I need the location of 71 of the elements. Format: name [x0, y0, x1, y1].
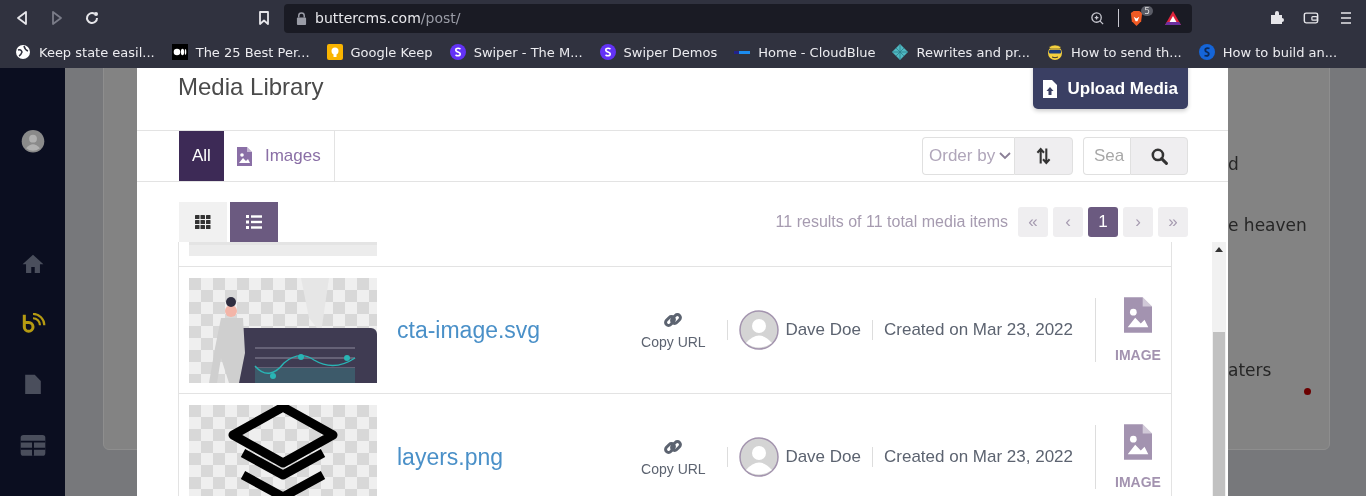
search-icon	[1150, 147, 1168, 165]
dots-icon	[171, 44, 188, 60]
bookmark-link[interactable]: Swiper Demos	[599, 44, 718, 60]
globe-icon	[15, 44, 31, 60]
bookmark-link[interactable]: The 25 Best Per...	[171, 44, 310, 60]
grid-icon	[195, 215, 211, 229]
copy-url-button[interactable]: Copy URL	[638, 437, 709, 477]
bookmark-link[interactable]: Keep state easil...	[15, 44, 155, 60]
text-fragment: e heaven	[1228, 215, 1307, 235]
upload-button[interactable]: Upload Media	[1033, 68, 1188, 109]
sort-arrows-icon	[1036, 147, 1051, 165]
search-field[interactable]: Sea	[1083, 137, 1130, 175]
reload-icon[interactable]	[84, 10, 100, 26]
menu-icon[interactable]	[1338, 10, 1354, 26]
list-view-button[interactable]	[230, 202, 278, 242]
user-avatar-icon	[739, 310, 780, 350]
link-icon	[663, 437, 684, 457]
bookmark-link[interactable]: How to build an...	[1198, 44, 1338, 60]
letter-icon	[1198, 44, 1215, 60]
lion-icon[interactable]	[1129, 9, 1145, 27]
forward-icon[interactable]	[49, 10, 65, 26]
zoom-icon[interactable]	[1090, 10, 1106, 26]
diamond-icon	[892, 44, 909, 60]
bookmark-link[interactable]: Google Keep	[326, 44, 433, 60]
bookmark-icon[interactable]	[256, 10, 272, 26]
list-icon	[246, 215, 262, 229]
tab[interactable]: All	[179, 131, 224, 181]
wallet-icon[interactable]	[1303, 10, 1319, 26]
search-button[interactable]	[1130, 137, 1188, 175]
chevron-down-icon	[999, 152, 1011, 160]
lock-icon	[296, 11, 307, 25]
image-file-icon	[236, 146, 252, 166]
dialog-title: Media Library	[178, 73, 324, 101]
letter-icon	[449, 44, 466, 60]
triangle-icon[interactable]	[1164, 10, 1182, 26]
bookmark-link[interactable]: Home - CloudBlue	[734, 44, 876, 60]
page-button[interactable]: 1	[1088, 207, 1118, 237]
author-name: Dave Doe	[785, 447, 861, 467]
user-avatar-icon	[739, 437, 780, 477]
cartoon-icon	[1046, 44, 1063, 60]
file-type-label: IMAGE	[1115, 474, 1161, 490]
tab[interactable]: Images	[223, 131, 335, 181]
copy-url-button[interactable]: Copy URL	[638, 310, 709, 350]
back-icon[interactable]	[14, 10, 30, 26]
scroll-thumb[interactable]	[1213, 332, 1225, 496]
link-icon	[663, 310, 684, 330]
bookmark-link[interactable]: Swiper - The M...	[449, 44, 583, 60]
scrollbar[interactable]	[1212, 242, 1226, 496]
scroll-up-icon	[1215, 247, 1223, 252]
image-file-icon	[1124, 297, 1152, 333]
author-name: Dave Doe	[785, 320, 861, 340]
file-type-label: IMAGE	[1115, 347, 1161, 363]
url-text: buttercms.com/post/	[315, 10, 461, 26]
avatar-icon[interactable]	[19, 130, 46, 153]
address-bar[interactable]: buttercms.com/post/ 5	[284, 3, 1192, 33]
image-file-icon	[1124, 424, 1152, 460]
created-date: Created on Mar 23, 2022	[884, 447, 1073, 467]
bulb-icon	[326, 44, 343, 60]
puzzle-icon[interactable]	[1269, 10, 1285, 26]
grid-view-button[interactable]	[179, 202, 227, 242]
status-dot	[1304, 388, 1311, 395]
sort-button[interactable]	[1014, 137, 1073, 175]
count-badge: 5	[1141, 5, 1153, 16]
text-fragment: d	[1228, 154, 1239, 174]
text-fragment: aters	[1228, 360, 1272, 380]
bookmark-link[interactable]: How to send th...	[1046, 44, 1182, 60]
bookmark-link[interactable]: Rewrites and pr...	[892, 44, 1030, 60]
file-upload-icon	[1043, 79, 1058, 98]
letter-icon	[599, 44, 616, 60]
results-count: 11 results of 11 total media items	[775, 213, 1008, 231]
created-date: Created on Mar 23, 2022	[884, 320, 1073, 340]
